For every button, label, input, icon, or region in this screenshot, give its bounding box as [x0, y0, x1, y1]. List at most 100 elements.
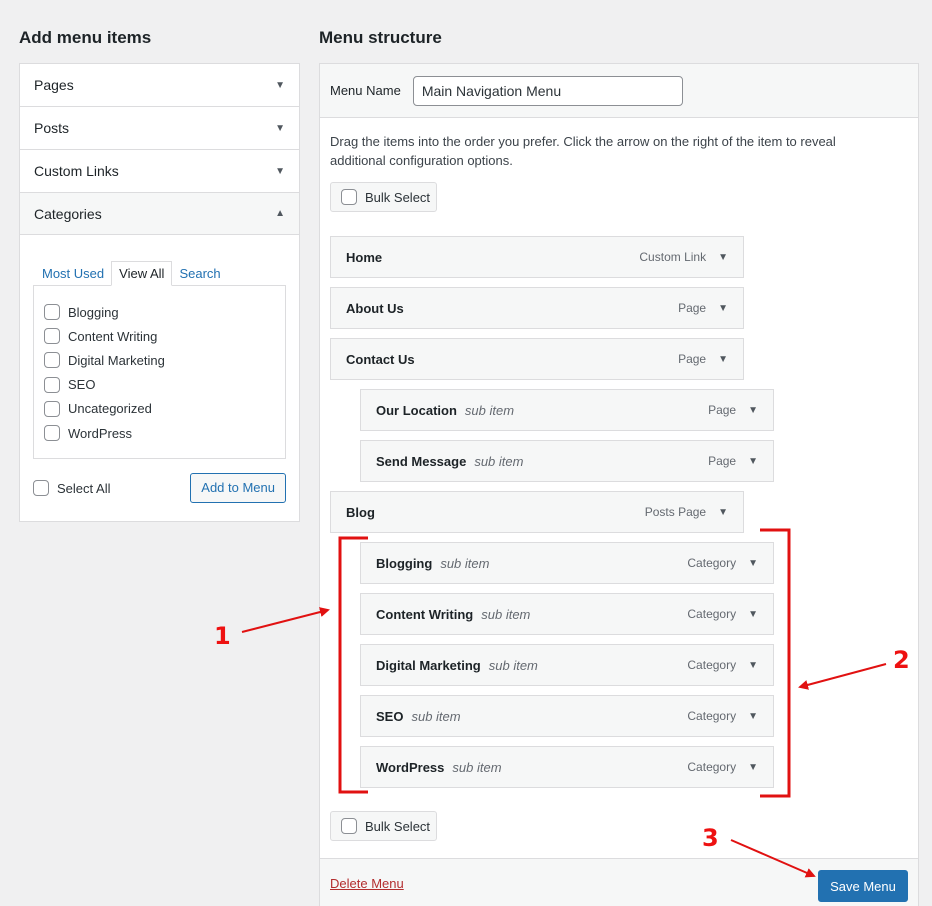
chevron-down-icon[interactable]: ▼ — [748, 558, 758, 569]
menu-item-type: Page — [678, 352, 707, 366]
categories-section-label: Categories — [34, 205, 102, 222]
chevron-down-icon[interactable]: ▼ — [748, 405, 758, 416]
category-label: Content Writing — [68, 328, 158, 344]
menu-item-title: WordPress — [376, 759, 445, 775]
menu-item-title: Digital Marketing — [376, 657, 481, 673]
menu-item-type: Custom Link — [639, 250, 707, 264]
menu-item-title: Blog — [346, 504, 375, 520]
category-option: WordPress — [44, 421, 275, 445]
chevron-down-icon: ▼ — [275, 165, 285, 177]
annotation-number-3: 3 — [702, 824, 719, 852]
chevron-down-icon[interactable]: ▼ — [718, 303, 728, 314]
menu-item[interactable]: Contact Us Page ▼ — [330, 338, 744, 380]
menu-name-row: Menu Name — [320, 64, 918, 118]
bulk-select-checkbox[interactable] — [341, 818, 357, 834]
category-checkbox[interactable] — [44, 376, 60, 393]
chevron-down-icon[interactable]: ▼ — [718, 507, 728, 518]
menu-item-title: Blogging — [376, 555, 433, 571]
menu-item-type: Category — [687, 760, 737, 774]
category-checkbox[interactable] — [44, 400, 60, 417]
select-all-label: Select All — [57, 480, 111, 496]
menu-item-sub-label: sub item — [411, 708, 461, 724]
chevron-down-icon[interactable]: ▼ — [748, 762, 758, 773]
bulk-select-checkbox[interactable] — [341, 189, 357, 205]
chevron-down-icon[interactable]: ▼ — [718, 252, 728, 263]
add-items-accordion: Pages ▼ Posts ▼ Custom Links ▼ Categorie… — [19, 63, 300, 522]
bulk-select-label: Bulk Select — [365, 189, 431, 205]
chevron-down-icon[interactable]: ▼ — [748, 456, 758, 467]
add-to-menu-button[interactable]: Add to Menu — [190, 473, 286, 503]
menu-name-input[interactable] — [412, 75, 683, 106]
drag-instructions: Drag the items into the order you prefer… — [330, 134, 836, 168]
menu-item-title: Content Writing — [376, 606, 474, 622]
categories-footer: Select All Add to Menu — [33, 473, 286, 503]
posts-section-label: Posts — [34, 120, 70, 136]
category-label: Blogging — [68, 304, 119, 320]
categories-checklist: Blogging Content Writing Digital Marketi… — [33, 285, 286, 459]
menu-item[interactable]: Content Writing sub item Category ▼ — [360, 593, 774, 635]
chevron-down-icon[interactable]: ▼ — [718, 354, 728, 365]
menu-structure-heading: Menu structure — [319, 28, 442, 47]
category-option: Content Writing — [44, 324, 275, 348]
posts-section-toggle[interactable]: Posts ▼ — [20, 107, 299, 149]
menu-item[interactable]: About Us Page ▼ — [330, 287, 744, 329]
menu-item-title: Home — [346, 249, 383, 265]
menu-item[interactable]: Blog Posts Page ▼ — [330, 491, 744, 533]
menu-item-sub-label: sub item — [440, 555, 490, 571]
tab-most-used[interactable]: Most Used — [35, 262, 111, 285]
menu-item-sub-label: sub item — [481, 606, 531, 622]
custom-links-section-label: Custom Links — [34, 163, 119, 179]
menu-item-sub-label: sub item — [474, 453, 524, 469]
categories-tabs: Most Used View All Search — [33, 261, 286, 286]
menu-item-title: Our Location — [376, 402, 457, 418]
annotation-arrow-1 — [241, 607, 330, 633]
select-all-checkbox[interactable] — [33, 480, 49, 496]
category-checkbox[interactable] — [44, 425, 60, 442]
chevron-down-icon: ▼ — [275, 122, 285, 134]
chevron-down-icon: ▼ — [275, 79, 285, 91]
menu-item-type: Category — [687, 709, 737, 723]
menu-item[interactable]: Digital Marketing sub item Category ▼ — [360, 644, 774, 686]
custom-links-section: Custom Links ▼ — [20, 150, 299, 193]
bulk-select-label: Bulk Select — [365, 818, 431, 834]
chevron-down-icon[interactable]: ▼ — [748, 660, 758, 671]
pages-section-toggle[interactable]: Pages ▼ — [20, 64, 299, 106]
add-menu-items-heading: Add menu items — [19, 28, 152, 47]
category-label: SEO — [68, 377, 96, 393]
chevron-down-icon[interactable]: ▼ — [748, 609, 758, 620]
category-option: Digital Marketing — [44, 348, 275, 372]
category-option: Uncategorized — [44, 397, 275, 421]
menu-item-title: SEO — [376, 708, 404, 724]
pages-section: Pages ▼ — [20, 64, 299, 107]
chevron-up-icon: ▲ — [275, 208, 285, 219]
category-checkbox[interactable] — [44, 304, 60, 321]
category-label: Uncategorized — [68, 401, 152, 417]
categories-section-toggle[interactable]: Categories ▲ — [20, 193, 299, 235]
category-option: SEO — [44, 373, 275, 397]
bulk-select-button[interactable]: Bulk Select — [330, 182, 437, 212]
menu-item[interactable]: Send Message sub item Page ▼ — [360, 440, 774, 482]
menu-item[interactable]: WordPress sub item Category ▼ — [360, 746, 774, 788]
save-menu-button[interactable]: Save Menu — [818, 870, 908, 902]
tab-view-all[interactable]: View All — [111, 261, 173, 286]
menu-item-title: Send Message — [376, 453, 467, 469]
delete-menu-link[interactable]: Delete Menu — [330, 876, 404, 891]
categories-panel: Most Used View All Search Blogging Conte… — [20, 235, 299, 521]
bulk-select-button-bottom[interactable]: Bulk Select — [330, 811, 437, 841]
menu-item-sub-label: sub item — [488, 657, 538, 673]
chevron-down-icon[interactable]: ▼ — [748, 711, 758, 722]
category-checkbox[interactable] — [44, 352, 60, 369]
menu-item-title: Contact Us — [346, 351, 415, 367]
custom-links-section-toggle[interactable]: Custom Links ▼ — [20, 150, 299, 192]
menu-item-type: Posts Page — [644, 505, 707, 519]
menu-item[interactable]: SEO sub item Category ▼ — [360, 695, 774, 737]
menu-item-type: Category — [687, 607, 737, 621]
menu-item[interactable]: Blogging sub item Category ▼ — [360, 542, 774, 584]
menu-item-sub-label: sub item — [452, 759, 502, 775]
category-checkbox[interactable] — [44, 328, 60, 345]
menu-item[interactable]: Home Custom Link ▼ — [330, 236, 744, 278]
tab-search[interactable]: Search — [172, 262, 227, 285]
menu-item-type: Category — [687, 556, 737, 570]
categories-section: Categories ▲ Most Used View All Search B… — [20, 193, 299, 521]
menu-item[interactable]: Our Location sub item Page ▼ — [360, 389, 774, 431]
